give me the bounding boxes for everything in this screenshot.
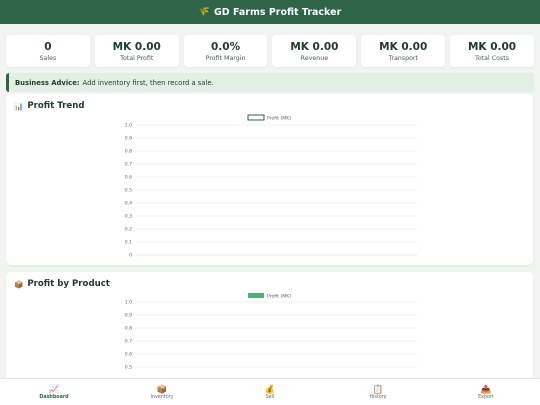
y-tick-label: 0.5	[125, 188, 132, 194]
outbox-icon: 📤	[480, 384, 492, 395]
stat-value: 0	[44, 40, 52, 53]
stat-value: MK 0.00	[379, 40, 428, 53]
profit-trend-card: 📊 Profit Trend 1.0 0.9 0.8 0.7 0.6 0.5 0.4 0.3 0…	[6, 94, 533, 265]
stat-total-costs: MK 0.00 Total Costs	[450, 35, 534, 67]
y-tick-label: 0.6	[125, 352, 132, 358]
advice-text: Add inventory first, then record a sale.	[82, 78, 214, 87]
wheat-icon: 🌾	[198, 7, 210, 17]
app-header: 🌾 GD Farms Profit Tracker	[0, 0, 540, 24]
stat-label: Sales	[39, 54, 57, 62]
money-bag-icon: 💰	[264, 384, 276, 395]
legend-label: Profit (MK)	[267, 116, 291, 122]
business-advice: Business Advice: Add inventory first, th…	[6, 73, 534, 92]
stat-value: 0.0%	[211, 40, 241, 53]
stat-transport: MK 0.00 Transport	[361, 35, 446, 67]
stat-label: Profit Margin	[205, 54, 246, 62]
y-tick-label: 0.8	[125, 149, 132, 155]
nav-label: Inventory	[150, 394, 174, 400]
legend-swatch	[248, 293, 264, 298]
y-tick-label: 0.7	[125, 339, 132, 345]
chart-legend[interactable]: Profit (MK)	[248, 293, 291, 300]
nav-export[interactable]: 📤 Export	[432, 379, 540, 405]
y-tick-label: 0.7	[125, 162, 132, 168]
y-tick-label: 0.9	[125, 313, 132, 319]
app-title: GD Farms Profit Tracker	[213, 6, 342, 18]
stat-value: MK 0.00	[467, 40, 517, 53]
nav-label: Dashboard	[39, 394, 69, 400]
y-tick-label: 0.3	[125, 214, 132, 220]
nav-label: Sell	[265, 394, 275, 400]
chart-increasing-icon: 📈	[48, 384, 60, 395]
y-tick-label: 0.2	[125, 227, 132, 233]
stats-row: 0 Sales MK 0.00 Total Profit 0.0% Profit…	[0, 24, 540, 67]
y-tick-label: 0.4	[125, 201, 132, 207]
y-tick-label: 0.1	[125, 240, 132, 246]
advice-label: Business Advice:	[15, 78, 80, 87]
stat-sales: 0 Sales	[6, 35, 90, 67]
nav-sell[interactable]: 💰 Sell	[216, 379, 324, 405]
stat-label: Revenue	[300, 54, 329, 62]
stat-label: Total Costs	[475, 54, 510, 62]
stat-value: MK 0.00	[290, 40, 339, 53]
clipboard-icon: 📋	[372, 384, 384, 395]
y-tick-label: 0.9	[125, 136, 132, 142]
profit-trend-chart: 1.0 0.9 0.8 0.7 0.6 0.5 0.4 0.3 0.2 0.1 0 Profit (…	[125, 114, 417, 259]
nav-inventory[interactable]: 📦 Inventory	[108, 379, 216, 405]
nav-label: Export	[478, 394, 494, 400]
stat-total-profit: MK 0.00 Total Profit	[94, 35, 179, 67]
stat-profit-margin: 0.0% Profit Margin	[183, 35, 268, 67]
stat-label: Total Profit	[120, 54, 154, 62]
chart-legend[interactable]: Profit (MK)	[247, 114, 291, 122]
stat-revenue: MK 0.00 Revenue	[272, 35, 357, 67]
nav-history[interactable]: 📋 History	[324, 379, 432, 405]
y-tick-label: 0.5	[125, 365, 132, 371]
y-tick-label: 0.6	[125, 175, 132, 181]
nav-label: History	[369, 394, 387, 400]
nav-dashboard[interactable]: 📈 Dashboard	[0, 379, 108, 405]
bottom-nav: 📈 Dashboard 📦 Inventory 💰 Sell 📋 History…	[0, 378, 540, 405]
package-icon: 📦	[156, 384, 168, 395]
y-tick-label: 0	[129, 253, 132, 259]
stat-value: MK 0.00	[112, 40, 161, 53]
y-tick-label: 0.8	[125, 326, 132, 332]
y-tick-label: 1.0	[125, 300, 132, 306]
legend-label: Profit (MK)	[267, 294, 291, 300]
stat-label: Transport	[388, 54, 418, 62]
legend-swatch	[247, 114, 265, 121]
y-tick-label: 1.0	[125, 123, 132, 129]
